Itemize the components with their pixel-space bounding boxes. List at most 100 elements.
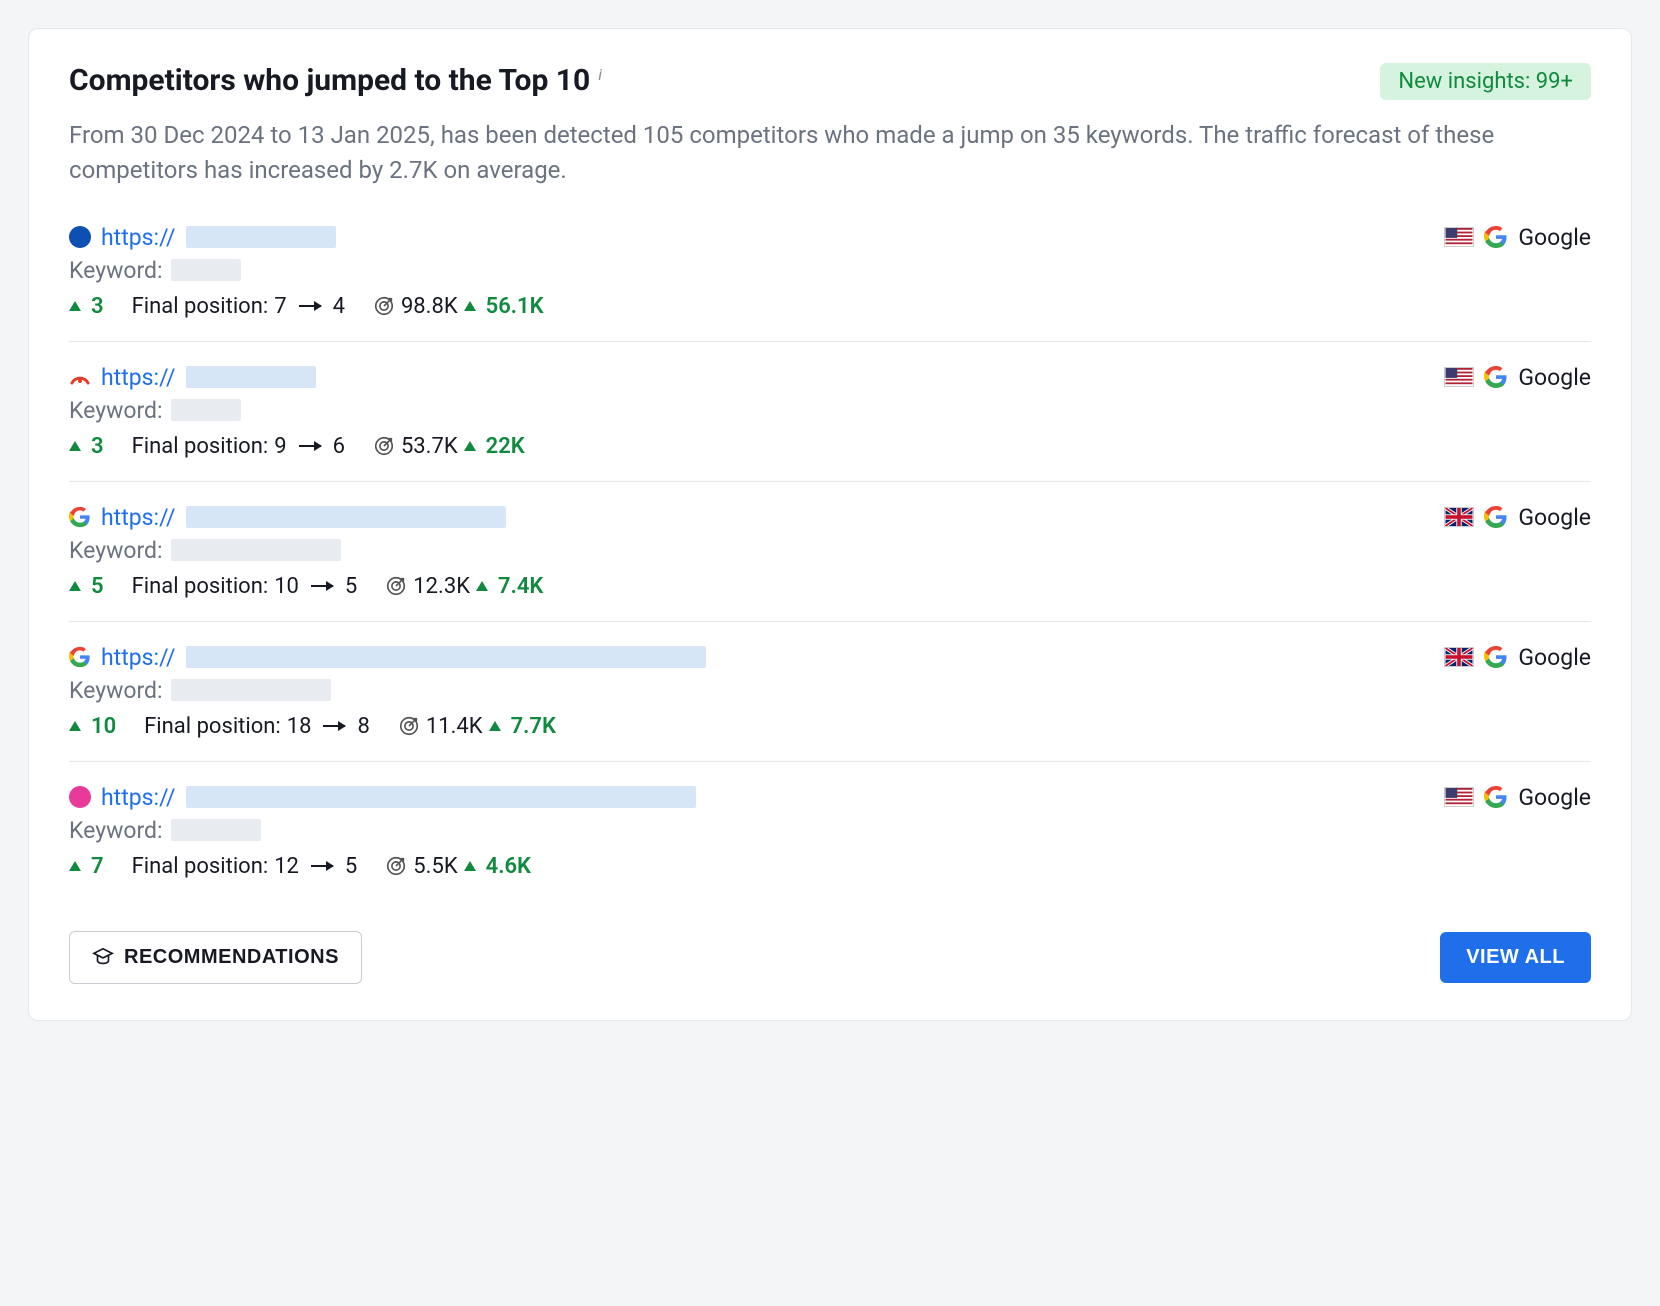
keyword-line: Keyword: <box>69 537 1424 564</box>
keyword-redacted <box>171 819 261 841</box>
google-g-icon <box>69 505 91 529</box>
row-right: Google <box>1444 644 1591 671</box>
insights-badge: New insights: 99+ <box>1380 63 1591 100</box>
url-redacted <box>186 506 506 528</box>
google-g-icon <box>1484 225 1508 249</box>
traffic-metric: 12.3K 7.4K <box>385 574 543 599</box>
jump-metric: 10 <box>69 714 116 739</box>
pos-to: 6 <box>333 434 345 459</box>
row-left: https:// Keyword: 3 Final position: 9 6 <box>69 364 1424 459</box>
up-arrow-icon <box>464 441 476 451</box>
row-left: https:// Keyword: 3 Final position: 7 4 <box>69 224 1424 319</box>
search-engine-label: Google <box>1518 364 1591 391</box>
final-position-metric: Final position: 9 6 <box>132 434 345 459</box>
google-g-icon <box>1484 645 1508 669</box>
traffic-value: 12.3K <box>413 574 470 599</box>
target-icon <box>373 295 395 317</box>
pos-from: 10 <box>274 574 299 599</box>
row-right: Google <box>1444 364 1591 391</box>
url-line[interactable]: https:// <box>69 364 1424 391</box>
traffic-metric: 98.8K 56.1K <box>373 294 544 319</box>
up-arrow-icon <box>69 581 81 591</box>
search-engine-label: Google <box>1518 224 1591 251</box>
jump-metric: 7 <box>69 854 104 879</box>
recommendations-button[interactable]: RECOMMENDATIONS <box>69 931 362 984</box>
final-position-label: Final position: <box>132 854 269 879</box>
keyword-label: Keyword: <box>69 677 163 704</box>
card-header: Competitors who jumped to the Top 10 i N… <box>69 63 1591 100</box>
keyword-redacted <box>171 679 331 701</box>
competitor-row: https:// Keyword: 10 Final position: 18 … <box>69 621 1591 761</box>
jump-metric: 3 <box>69 294 104 319</box>
traffic-value: 5.5K <box>413 854 457 879</box>
url-line[interactable]: https:// <box>69 504 1424 531</box>
jump-metric: 5 <box>69 574 104 599</box>
flag-us-icon <box>1444 227 1474 247</box>
arrow-right-icon <box>311 865 333 867</box>
graduation-cap-icon <box>92 946 114 968</box>
target-icon <box>385 575 407 597</box>
row-left: https:// Keyword: 7 Final position: 12 5 <box>69 784 1424 879</box>
google-g-icon <box>69 645 91 669</box>
keyword-label: Keyword: <box>69 397 163 424</box>
arrow-right-icon <box>299 445 321 447</box>
target-icon <box>385 855 407 877</box>
jump-value: 5 <box>91 574 104 599</box>
final-position-metric: Final position: 18 8 <box>144 714 370 739</box>
final-position-metric: Final position: 7 4 <box>132 294 345 319</box>
favicon-icon <box>69 226 91 248</box>
jump-metric: 3 <box>69 434 104 459</box>
keyword-redacted <box>171 539 341 561</box>
row-right: Google <box>1444 504 1591 531</box>
metrics-line: 10 Final position: 18 8 11.4K 7.7K <box>69 714 1424 739</box>
metrics-line: 5 Final position: 10 5 12.3K 7.4K <box>69 574 1424 599</box>
up-arrow-icon <box>69 721 81 731</box>
flag-uk-icon <box>1444 647 1474 667</box>
traffic-value: 98.8K <box>401 294 458 319</box>
final-position-metric: Final position: 12 5 <box>132 854 358 879</box>
recommendations-label: RECOMMENDATIONS <box>124 946 339 969</box>
card-footer: RECOMMENDATIONS VIEW ALL <box>69 931 1591 984</box>
url-redacted <box>186 786 696 808</box>
target-icon <box>398 715 420 737</box>
info-icon[interactable]: i <box>598 63 602 84</box>
url-redacted <box>186 226 336 248</box>
url-line[interactable]: https:// <box>69 784 1424 811</box>
keyword-redacted <box>171 399 241 421</box>
url-prefix: https:// <box>101 224 176 251</box>
traffic-metric: 11.4K 7.7K <box>398 714 556 739</box>
final-position-metric: Final position: 10 5 <box>132 574 358 599</box>
url-redacted <box>186 646 706 668</box>
view-all-button[interactable]: VIEW ALL <box>1440 932 1591 983</box>
url-line[interactable]: https:// <box>69 224 1424 251</box>
final-position-label: Final position: <box>144 714 281 739</box>
url-redacted <box>186 366 316 388</box>
url-prefix: https:// <box>101 504 176 531</box>
favicon-icon <box>69 646 91 668</box>
search-engine-label: Google <box>1518 644 1591 671</box>
up-arrow-icon <box>464 861 476 871</box>
jump-value: 10 <box>91 714 116 739</box>
arrow-right-icon <box>311 585 333 587</box>
flag-uk-icon <box>1444 507 1474 527</box>
traffic-delta: 56.1K <box>486 294 544 319</box>
traffic-delta: 22K <box>486 434 525 459</box>
pos-from: 7 <box>274 294 286 319</box>
pos-from: 18 <box>287 714 312 739</box>
pos-to: 4 <box>333 294 345 319</box>
up-arrow-icon <box>69 301 81 311</box>
up-arrow-icon <box>464 301 476 311</box>
keyword-line: Keyword: <box>69 677 1424 704</box>
url-prefix: https:// <box>101 784 176 811</box>
traffic-value: 53.7K <box>401 434 458 459</box>
traffic-metric: 5.5K 4.6K <box>385 854 531 879</box>
up-arrow-icon <box>489 721 501 731</box>
jump-value: 7 <box>91 854 104 879</box>
competitor-row: https:// Keyword: 3 Final position: 9 6 <box>69 341 1591 481</box>
pos-from: 9 <box>274 434 286 459</box>
url-line[interactable]: https:// <box>69 644 1424 671</box>
card-description: From 30 Dec 2024 to 13 Jan 2025, has bee… <box>69 118 1591 188</box>
traffic-delta: 4.6K <box>486 854 531 879</box>
search-engine-label: Google <box>1518 784 1591 811</box>
row-right: Google <box>1444 784 1591 811</box>
